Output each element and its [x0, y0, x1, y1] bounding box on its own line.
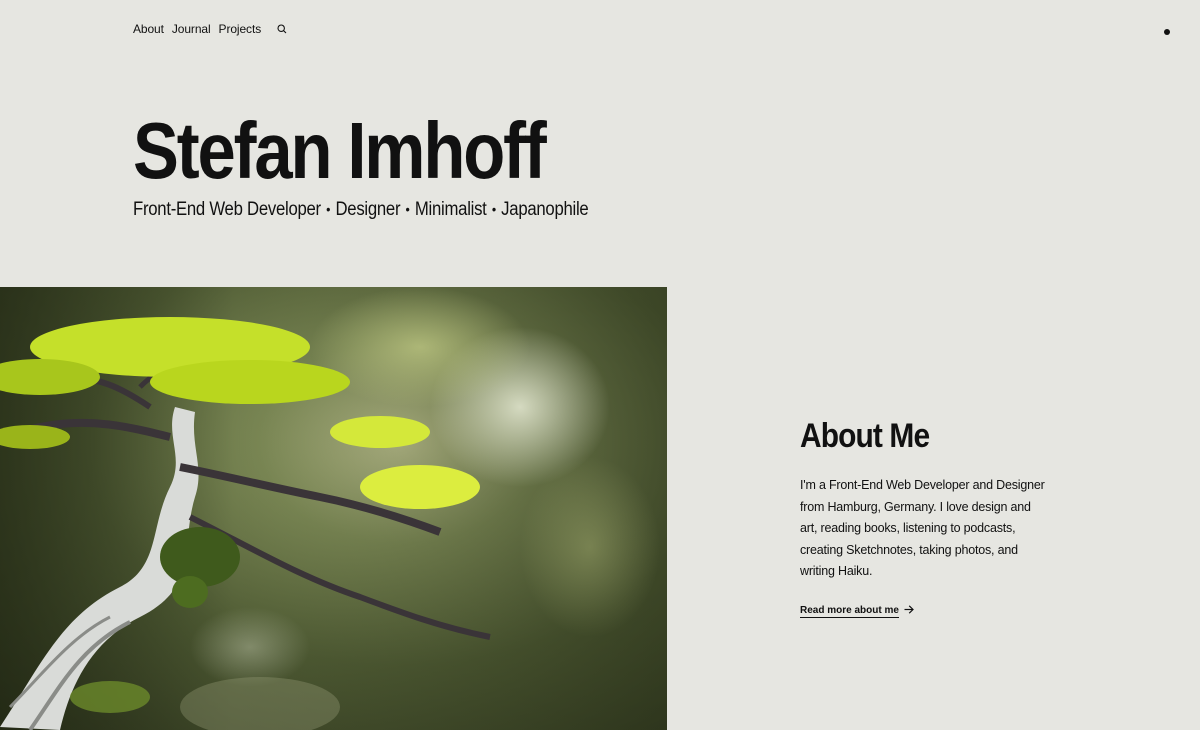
site-title: Stefan Imhoff: [133, 106, 547, 195]
about-heading: About Me: [800, 417, 930, 455]
arrow-right-icon: [904, 605, 914, 617]
nav-link-projects[interactable]: Projects: [219, 22, 262, 36]
about-section: About Me I'm a Front-End Web Developer a…: [800, 416, 1060, 618]
read-more-link[interactable]: Read more about me: [800, 605, 914, 618]
bonsai-tree-photo: [0, 287, 667, 730]
separator: •: [326, 201, 331, 217]
search-icon[interactable]: [277, 24, 287, 34]
nav-link-journal[interactable]: Journal: [172, 22, 211, 36]
role-designer: Designer: [335, 199, 401, 220]
role-developer: Front-End Web Developer: [133, 199, 321, 220]
nav-link-about[interactable]: About: [133, 22, 164, 36]
separator: •: [405, 201, 410, 217]
main-nav: About Journal Projects: [133, 22, 287, 36]
role-minimalist: Minimalist: [414, 199, 487, 220]
tagline: Front-End Web Developer • Designer • Minimal…: [133, 199, 589, 221]
separator: •: [491, 201, 496, 217]
role-japanophile: Japanophile: [501, 199, 589, 220]
about-body: I'm a Front-End Web Developer and Design…: [800, 478, 1045, 578]
read-more-label: Read more about me: [800, 604, 899, 618]
menu-dot-icon[interactable]: [1164, 29, 1170, 35]
